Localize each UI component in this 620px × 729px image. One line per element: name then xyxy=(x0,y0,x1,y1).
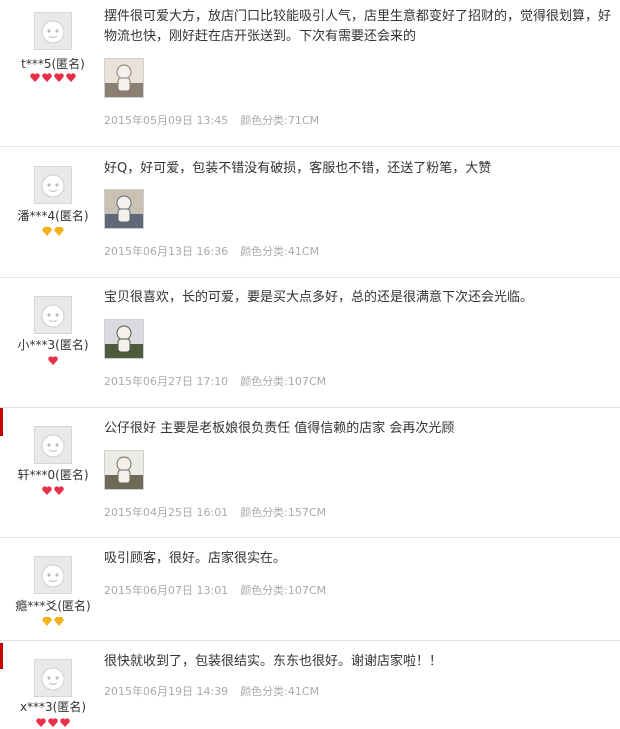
review-spec: 颜色分类:107CM xyxy=(240,375,327,388)
user-level-badges xyxy=(0,718,106,727)
review-spec: 颜色分类:157CM xyxy=(240,506,327,519)
avatar[interactable] xyxy=(34,12,72,50)
review-spec: 颜色分类:107CM xyxy=(240,584,327,597)
red-heart-icon xyxy=(54,73,64,82)
user-level-badges xyxy=(0,486,106,495)
avatar[interactable] xyxy=(34,426,72,464)
user-name: t***5(匿名) xyxy=(21,57,85,71)
avatar[interactable] xyxy=(34,166,72,204)
review-meta: 2015年06月07日 13:01 颜色分类:107CM xyxy=(104,582,326,598)
review-text: 很快就收到了，包装很结实。东东也很好。谢谢店家啦！！ xyxy=(104,654,443,669)
review-item: 瘾***爻(匿名) 吸引顾客，很好。店家很实在。 2015年06月07日 13:… xyxy=(0,538,620,641)
red-heart-icon xyxy=(66,73,76,82)
review-meta: 2015年06月27日 17:10 颜色分类:107CM xyxy=(104,373,326,389)
red-heart-icon xyxy=(54,486,64,495)
review-accent-bar xyxy=(0,408,3,436)
review-date: 2015年06月13日 16:36 xyxy=(104,245,229,258)
review-text: 宝贝很喜欢，长的可爱，要是买大点多好，总的还是很满意下次还会光临。 xyxy=(104,290,534,305)
red-heart-icon xyxy=(42,486,52,495)
gold-diamond-icon xyxy=(42,227,52,236)
user-name: 轩***0(匿名) xyxy=(17,468,89,482)
review-date: 2015年05月09日 13:45 xyxy=(104,114,229,127)
user-name: 瘾***爻(匿名) xyxy=(15,599,91,613)
review-text: 好Q，好可爱，包装不错没有破损，客服也不错，还送了粉笔，大赞 xyxy=(104,161,492,176)
review-text: 摆件很可爱大方，放店门口比较能吸引人气，店里生意都变好了招财的，觉得很划算，好物… xyxy=(104,9,612,44)
review-meta: 2015年04月25日 16:01 颜色分类:157CM xyxy=(104,504,326,520)
review-text: 公仔很好 主要是老板娘很负责任 值得信赖的店家 会再次光顾 xyxy=(104,421,455,436)
gold-diamond-icon xyxy=(54,227,64,236)
user-name: 小***3(匿名) xyxy=(17,338,89,352)
review-photo[interactable] xyxy=(104,319,144,359)
gold-diamond-icon xyxy=(42,617,52,626)
review-item: 潘***4(匿名) 好Q，好可爱，包装不错没有破损，客服也不错，还送了粉笔，大赞… xyxy=(0,147,620,278)
red-heart-icon xyxy=(48,356,58,365)
review-photo[interactable] xyxy=(104,450,144,490)
gold-diamond-icon xyxy=(54,617,64,626)
red-heart-icon xyxy=(36,718,46,727)
review-meta: 2015年06月13日 16:36 颜色分类:41CM xyxy=(104,243,319,259)
review-item: x***3(匿名) 很快就收到了，包装很结实。东东也很好。谢谢店家啦！！ 201… xyxy=(0,641,620,729)
review-date: 2015年06月19日 14:39 xyxy=(104,685,229,698)
review-spec: 颜色分类:41CM xyxy=(240,685,320,698)
user-name: x***3(匿名) xyxy=(19,700,87,714)
red-heart-icon xyxy=(30,73,40,82)
user-level-badges xyxy=(0,73,106,82)
review-date: 2015年06月07日 13:01 xyxy=(104,584,229,597)
review-accent-bar xyxy=(0,643,3,669)
review-date: 2015年04月25日 16:01 xyxy=(104,506,229,519)
review-spec: 颜色分类:71CM xyxy=(240,114,320,127)
red-heart-icon xyxy=(60,718,70,727)
review-photo[interactable] xyxy=(104,189,144,229)
avatar[interactable] xyxy=(34,296,72,334)
review-meta: 2015年06月19日 14:39 颜色分类:41CM xyxy=(104,683,319,699)
review-date: 2015年06月27日 17:10 xyxy=(104,375,229,388)
review-meta: 2015年05月09日 13:45 颜色分类:71CM xyxy=(104,112,319,128)
review-text: 吸引顾客，很好。店家很实在。 xyxy=(104,551,287,566)
review-item: t***5(匿名) 摆件很可爱大方，放店门口比较能吸引人气，店里生意都变好了招财… xyxy=(0,0,620,147)
user-level-badges xyxy=(0,356,106,365)
review-photo[interactable] xyxy=(104,58,144,98)
user-name: 潘***4(匿名) xyxy=(17,209,89,223)
red-heart-icon xyxy=(42,73,52,82)
review-item: 轩***0(匿名) 公仔很好 主要是老板娘很负责任 值得信赖的店家 会再次光顾 … xyxy=(0,408,620,538)
user-level-badges xyxy=(0,227,106,236)
user-level-badges xyxy=(0,617,106,626)
red-heart-icon xyxy=(48,718,58,727)
avatar[interactable] xyxy=(34,556,72,594)
avatar[interactable] xyxy=(34,659,72,697)
review-spec: 颜色分类:41CM xyxy=(240,245,320,258)
review-item: 小***3(匿名) 宝贝很喜欢，长的可爱，要是买大点多好，总的还是很满意下次还会… xyxy=(0,278,620,408)
